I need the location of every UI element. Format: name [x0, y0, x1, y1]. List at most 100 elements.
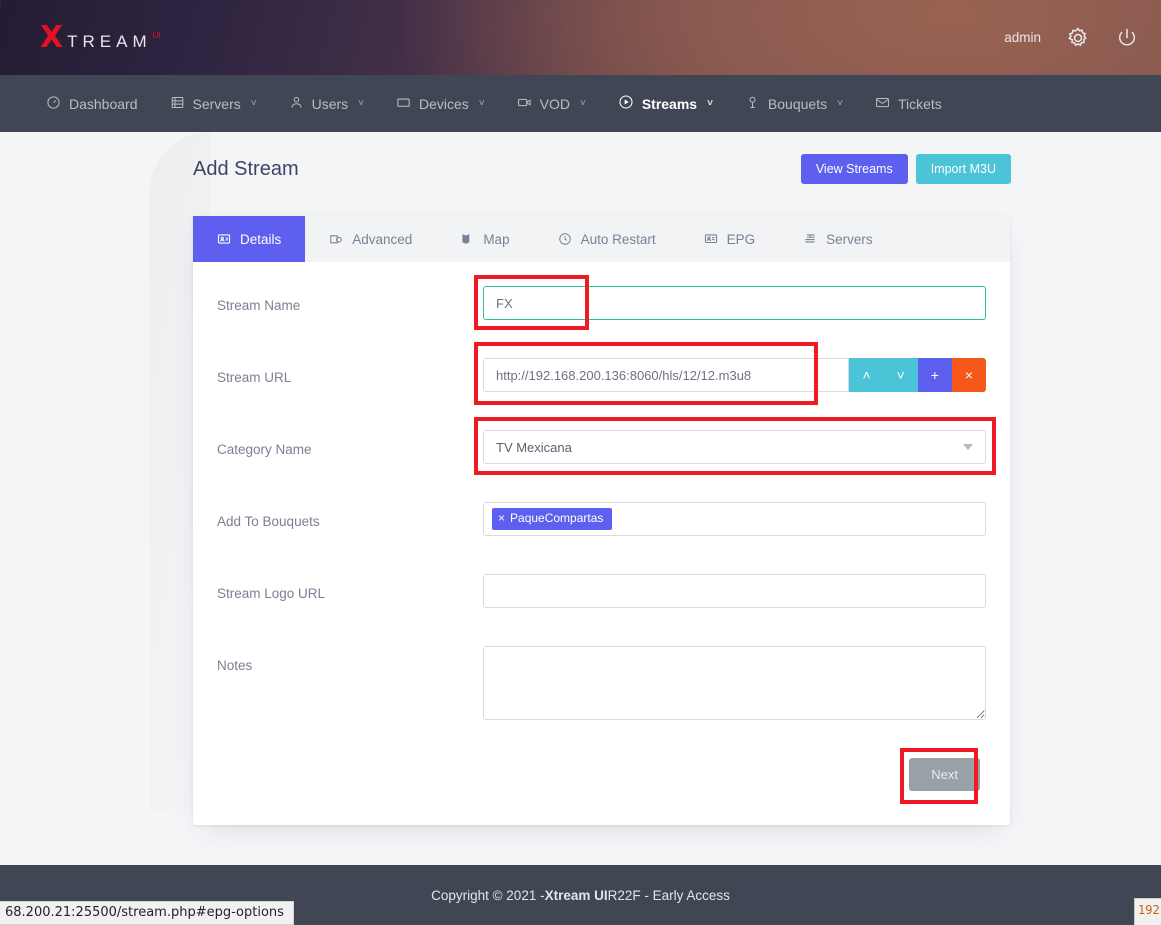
- category-name-value: TV Mexicana: [496, 440, 572, 455]
- details-icon: [217, 232, 231, 246]
- epg-icon: [704, 232, 718, 246]
- nav-item-users[interactable]: Users ˅: [273, 75, 380, 132]
- move-up-button[interactable]: ˄: [849, 358, 883, 392]
- current-user-label: admin: [1004, 30, 1041, 45]
- bouquet-tag-label: PaqueCompartas: [510, 511, 603, 527]
- nav-item-streams[interactable]: Streams ˅: [602, 75, 729, 132]
- category-name-select[interactable]: TV Mexicana: [483, 430, 986, 464]
- stream-logo-url-input[interactable]: [483, 574, 986, 608]
- nav-label: Tickets: [898, 96, 942, 112]
- stream-url-field-wrap: ˄ ˅ + ×: [483, 358, 986, 392]
- tab-advanced[interactable]: Advanced: [305, 216, 436, 262]
- nav-label: Bouquets: [768, 96, 827, 112]
- nav-item-bouquets[interactable]: Bouquets ˅: [729, 75, 859, 132]
- xtream-logo[interactable]: X TREAM UI: [40, 23, 161, 53]
- terminal-window-peek: 192: [1134, 898, 1161, 925]
- nav-item-tickets[interactable]: Tickets: [859, 75, 958, 132]
- map-icon: [460, 232, 474, 246]
- tab-label: Auto Restart: [581, 232, 656, 247]
- logo-wordmark: TREAM: [67, 32, 152, 52]
- top-bar-actions: admin: [1004, 25, 1139, 51]
- add-to-bouquets-field-wrap: × PaqueCompartas: [483, 502, 986, 536]
- category-name-label: Category Name: [217, 430, 483, 457]
- main-navigation: Dashboard Servers ˅ Users ˅: [0, 75, 1161, 132]
- nav-label: Streams: [642, 96, 697, 112]
- stream-url-label: Stream URL: [217, 358, 483, 385]
- tab-label: Map: [483, 232, 509, 247]
- tab-label: EPG: [727, 232, 756, 247]
- footer-brand: Xtream UI: [545, 888, 608, 903]
- play-circle-icon: [618, 94, 634, 113]
- page-body: Add Stream View Streams Import M3U: [0, 132, 1161, 865]
- chevron-down-icon: ˅: [707, 98, 713, 109]
- chevron-down-icon: ˅: [358, 98, 364, 109]
- tab-details[interactable]: Details: [193, 216, 305, 262]
- add-stream-form: Stream Name Stream URL ˄: [193, 262, 1010, 825]
- next-button[interactable]: Next: [909, 758, 980, 791]
- gear-icon[interactable]: [1065, 25, 1091, 51]
- advanced-icon: [329, 232, 343, 246]
- servers-stack-icon: [803, 232, 817, 246]
- stream-logo-url-label: Stream Logo URL: [217, 574, 483, 601]
- tab-label: Advanced: [352, 232, 412, 247]
- category-name-field-wrap: TV Mexicana: [483, 430, 986, 464]
- nav-item-devices[interactable]: Devices ˅: [380, 75, 501, 132]
- tab-map[interactable]: Map: [436, 216, 533, 262]
- logo-x-letter: X: [40, 23, 63, 53]
- nav-label: Users: [312, 96, 349, 112]
- chevron-down-icon: ˅: [251, 98, 257, 109]
- add-url-button[interactable]: +: [918, 358, 952, 392]
- row-stream-url: Stream URL ˄ ˅ + ×: [217, 358, 986, 420]
- row-stream-logo-url: Stream Logo URL: [217, 574, 986, 636]
- bouquet-icon: [745, 95, 760, 113]
- page-header: Add Stream View Streams Import M3U: [0, 132, 1161, 198]
- stream-name-input[interactable]: [483, 286, 986, 320]
- notes-field-wrap: [483, 646, 986, 720]
- notes-label: Notes: [217, 646, 483, 673]
- tab-servers[interactable]: Servers: [779, 216, 897, 262]
- nav-label: VOD: [540, 96, 570, 112]
- tab-label: Details: [240, 232, 281, 247]
- remove-url-button[interactable]: ×: [952, 358, 986, 392]
- nav-label: Devices: [419, 96, 469, 112]
- stream-url-input[interactable]: [483, 358, 849, 392]
- remove-tag-icon[interactable]: ×: [498, 511, 505, 527]
- nav-item-vod[interactable]: VOD ˅: [501, 75, 602, 132]
- browser-status-bar: 68.200.21:25500/stream.php#epg-options: [0, 901, 294, 925]
- envelope-icon: [875, 95, 890, 113]
- page-header-actions: View Streams Import M3U: [801, 154, 1011, 184]
- nav-item-dashboard[interactable]: Dashboard: [30, 75, 154, 132]
- page-title: Add Stream: [193, 158, 299, 181]
- next-button-wrap: Next: [909, 758, 980, 791]
- stream-name-label: Stream Name: [217, 286, 483, 313]
- chevron-down-icon: ˅: [837, 98, 843, 109]
- add-to-bouquets-label: Add To Bouquets: [217, 502, 483, 529]
- bouquets-tag-input[interactable]: × PaqueCompartas: [483, 502, 986, 536]
- import-m3u-button[interactable]: Import M3U: [916, 154, 1011, 184]
- servers-icon: [170, 95, 185, 113]
- stream-form-tabs: Details Advanced: [193, 216, 1010, 262]
- tab-auto-restart[interactable]: Auto Restart: [534, 216, 680, 262]
- row-stream-name: Stream Name: [217, 286, 986, 348]
- notes-textarea[interactable]: [483, 646, 986, 720]
- power-icon[interactable]: [1115, 26, 1139, 50]
- nav-label: Servers: [193, 96, 241, 112]
- add-stream-card: Details Advanced: [193, 216, 1010, 825]
- row-notes: Notes: [217, 646, 986, 740]
- chevron-down-icon: ˅: [479, 98, 485, 109]
- bouquet-tag: × PaqueCompartas: [492, 508, 612, 530]
- stream-logo-url-field-wrap: [483, 574, 986, 608]
- footer-copyright-post: R22F - Early Access: [608, 888, 730, 903]
- tab-epg[interactable]: EPG: [680, 216, 780, 262]
- row-category-name: Category Name TV Mexicana: [217, 430, 986, 492]
- tab-label: Servers: [826, 232, 873, 247]
- view-streams-button[interactable]: View Streams: [801, 154, 908, 184]
- footer-copyright-pre: Copyright © 2021 -: [431, 888, 545, 903]
- logo-superscript: UI: [153, 31, 161, 40]
- card-container: Details Advanced: [0, 216, 1161, 825]
- chevron-down-icon: ˅: [580, 98, 586, 109]
- app-root: X TREAM UI admin: [0, 0, 1161, 925]
- top-brand-bar: X TREAM UI admin: [0, 0, 1161, 75]
- nav-item-servers[interactable]: Servers ˅: [154, 75, 273, 132]
- move-down-button[interactable]: ˅: [884, 358, 918, 392]
